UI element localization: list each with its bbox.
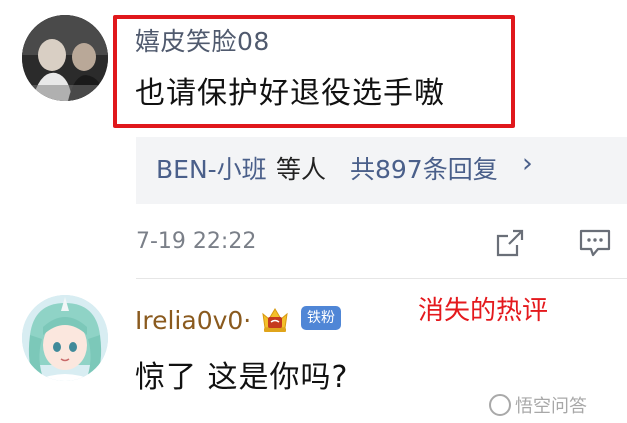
reply-author-link[interactable]: BEN-小班 [156, 150, 267, 186]
avatar[interactable] [22, 15, 108, 101]
share-icon[interactable] [495, 228, 525, 258]
replies-label: 等人 [276, 155, 327, 184]
comment-text: 惊了 这是你吗? [135, 360, 349, 395]
fan-badge: 铁粉 [301, 306, 341, 330]
replies-count-link[interactable]: 共897条回复 [350, 150, 498, 186]
divider [136, 278, 627, 279]
username[interactable]: Irelia0v0· [135, 306, 251, 335]
avatar[interactable] [22, 295, 108, 381]
username[interactable]: 嬉皮笑脸08 [135, 22, 270, 58]
watermark: 悟空问答 [489, 392, 587, 418]
comment-text: 也请保护好退役选手嗷 [135, 76, 445, 111]
avatar-illustration [22, 295, 108, 381]
annotation-text: 消失的热评 [418, 296, 549, 326]
chevron-right-icon[interactable]: › [522, 148, 533, 179]
watermark-text: 悟空问答 [515, 396, 587, 417]
comment-icon[interactable] [578, 228, 612, 258]
timestamp: 7-19 22:22 [136, 229, 257, 254]
avatar-photo [22, 15, 108, 101]
watermark-logo-icon [489, 394, 511, 416]
crown-icon [258, 302, 292, 336]
